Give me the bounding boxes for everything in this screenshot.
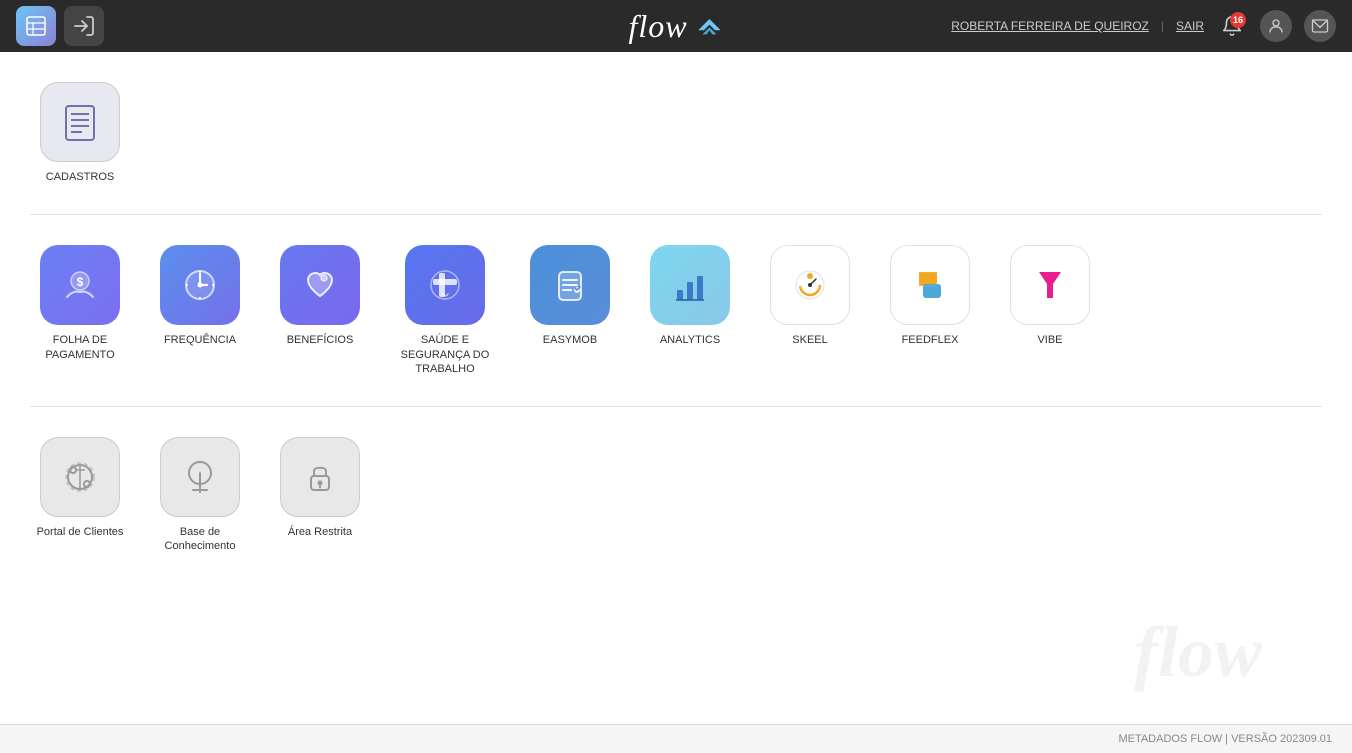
cadastros-icon-box (40, 82, 120, 162)
app-vibe[interactable]: VIBE (1000, 245, 1100, 376)
easymob-icon-box (530, 245, 610, 325)
exit-button[interactable] (64, 6, 104, 46)
app-skeel[interactable]: SKEEL (760, 245, 860, 376)
analytics-label: ANALYTICS (660, 333, 720, 347)
watermark: flow (1134, 611, 1262, 694)
portal-label: Portal de Clientes (37, 525, 124, 539)
folha-label: FOLHA DEPAGAMENTO (45, 333, 114, 362)
portal-icon-box (40, 437, 120, 517)
main-content: CADASTROS $ FOLHA DEPAGAMENTO (0, 52, 1352, 724)
beneficios-icon-box (280, 245, 360, 325)
messages-button[interactable] (1304, 10, 1336, 42)
notification-bell[interactable]: 16 (1216, 10, 1248, 42)
saude-icon-box (405, 245, 485, 325)
footer: METADADOS FLOW | VERSÃO 202309.01 (0, 724, 1352, 753)
cadastros-icon (58, 100, 102, 144)
divider-2 (30, 406, 1322, 407)
base-label: Base deConhecimento (165, 525, 236, 554)
app-portal[interactable]: Portal de Clientes (30, 437, 130, 554)
app-cadastros[interactable]: CADASTROS (30, 82, 130, 184)
cadastros-label: CADASTROS (46, 170, 114, 184)
apps-grid: $ FOLHA DEPAGAMENTO (30, 235, 1322, 386)
user-icon (1267, 17, 1285, 35)
app-folha[interactable]: $ FOLHA DEPAGAMENTO (30, 245, 130, 376)
app-restrita[interactable]: Área Restrita (270, 437, 370, 554)
skeel-icon (787, 262, 833, 308)
restrita-label: Área Restrita (288, 525, 352, 539)
profile-button[interactable] (1260, 10, 1292, 42)
app-base[interactable]: Base deConhecimento (150, 437, 250, 554)
analytics-icon-box (650, 245, 730, 325)
nav-left (16, 6, 104, 46)
notification-badge: 16 (1230, 12, 1246, 28)
vibe-icon (1027, 262, 1073, 308)
frequencia-icon-box (160, 245, 240, 325)
user-name[interactable]: ROBERTA FERREIRA DE QUEIROZ (951, 19, 1149, 33)
exit-icon (72, 14, 96, 38)
home-button[interactable] (16, 6, 56, 46)
skeel-icon-box (770, 245, 850, 325)
easymob-label: EASYMOB (543, 333, 597, 347)
cadastros-grid: CADASTROS (30, 72, 1322, 194)
frequencia-icon (177, 262, 223, 308)
app-feedflex[interactable]: FEEDFLEX (880, 245, 980, 376)
vibe-icon-box (1010, 245, 1090, 325)
analytics-icon (667, 262, 713, 308)
section-cadastros: CADASTROS (30, 72, 1322, 194)
svg-text:$: $ (77, 275, 84, 289)
top-navbar: flow ROBERTA FERREIRA DE QUEIROZ | SAIR … (0, 0, 1352, 52)
feedflex-icon-box (890, 245, 970, 325)
restrita-icon (297, 454, 343, 500)
app-frequencia[interactable]: FREQUÊNCIA (150, 245, 250, 376)
section-apps: $ FOLHA DEPAGAMENTO (30, 235, 1322, 386)
portals-grid: Portal de Clientes Base deConhecimento (30, 427, 1322, 564)
sair-link[interactable]: SAIR (1176, 19, 1204, 33)
app-beneficios[interactable]: BENEFÍCIOS (270, 245, 370, 376)
skeel-label: SKEEL (792, 333, 827, 347)
restrita-icon-box (280, 437, 360, 517)
beneficios-label: BENEFÍCIOS (287, 333, 354, 347)
feedflex-icon (907, 262, 953, 308)
app-easymob[interactable]: EASYMOB (520, 245, 620, 376)
message-icon (1311, 17, 1329, 35)
beneficios-icon (297, 262, 343, 308)
app-analytics[interactable]: ANALYTICS (640, 245, 740, 376)
home-icon (24, 14, 48, 38)
vibe-label: VIBE (1037, 333, 1062, 347)
frequencia-label: FREQUÊNCIA (164, 333, 236, 347)
base-icon-box (160, 437, 240, 517)
base-icon (177, 454, 223, 500)
watermark-area: flow (30, 584, 1322, 704)
nav-right: ROBERTA FERREIRA DE QUEIROZ | SAIR 16 (951, 10, 1336, 42)
logo-text: flow (628, 8, 687, 45)
saude-label: SAÚDE ESEGURANÇA DOTRABALHO (401, 333, 490, 376)
easymob-icon (547, 262, 593, 308)
divider-1 (30, 214, 1322, 215)
saude-icon (422, 262, 468, 308)
section-portals: Portal de Clientes Base deConhecimento (30, 427, 1322, 564)
logo-icon (696, 16, 724, 36)
portal-icon (57, 454, 103, 500)
logo-area: flow (628, 8, 723, 45)
separator: | (1161, 19, 1164, 33)
folha-icon: $ (57, 262, 103, 308)
feedflex-label: FEEDFLEX (902, 333, 959, 347)
footer-text: METADADOS FLOW | VERSÃO 202309.01 (1118, 733, 1332, 745)
app-saude[interactable]: SAÚDE ESEGURANÇA DOTRABALHO (390, 245, 500, 376)
folha-icon-box: $ (40, 245, 120, 325)
